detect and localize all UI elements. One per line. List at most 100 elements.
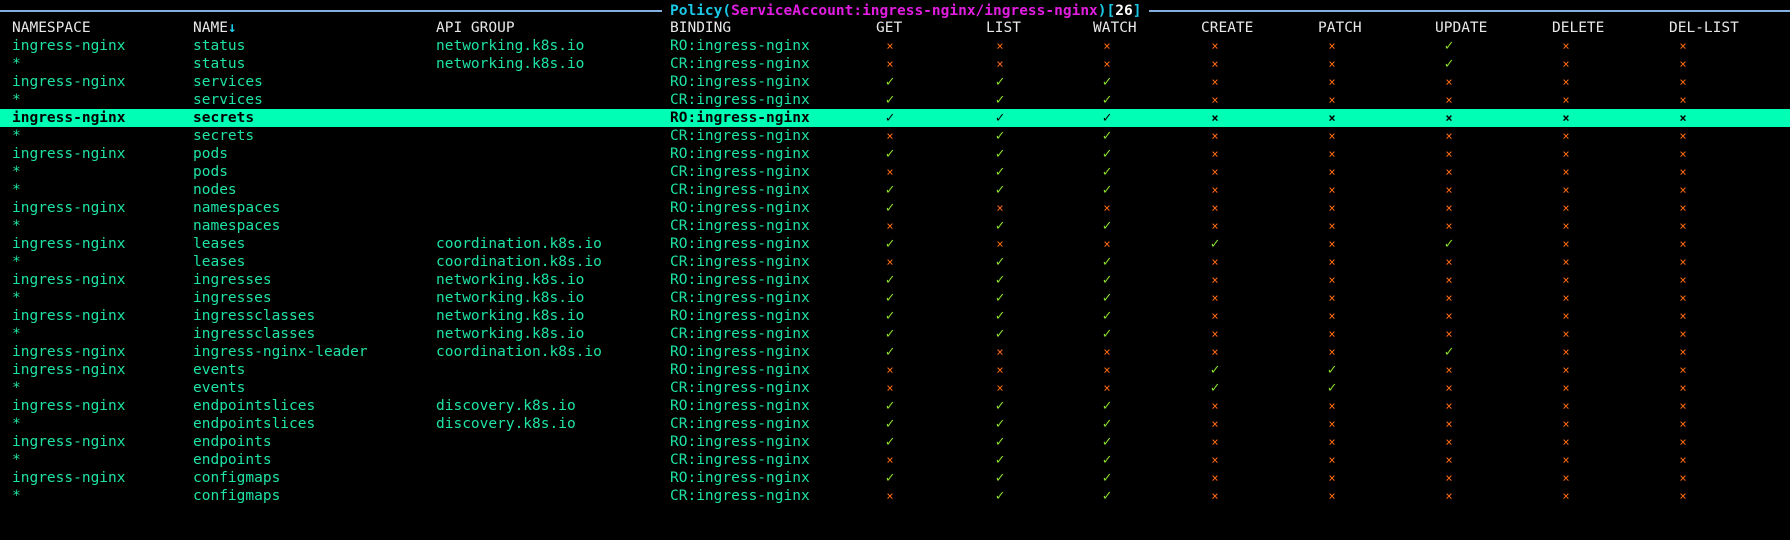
denied-cross-icon: ×: [1445, 183, 1453, 197]
denied-cross-icon: ×: [1679, 327, 1687, 341]
allowed-check-icon: ✓: [1102, 218, 1112, 234]
header-create[interactable]: CREATE: [1201, 19, 1253, 37]
binding-cell: RO:ingress-nginx: [670, 344, 810, 360]
header-list[interactable]: LIST: [986, 19, 1021, 37]
table-row[interactable]: * status networking.k8s.io CR:ingress-nginx…: [0, 55, 1790, 73]
table-row[interactable]: * pods CR:ingress-nginx × ✓ ✓ × × × × ×: [0, 163, 1790, 181]
denied-cross-icon: ×: [1103, 201, 1111, 215]
table-row[interactable]: * secrets CR:ingress-nginx × ✓ ✓ × × × × ×: [0, 127, 1790, 145]
denied-cross-icon: ×: [1445, 219, 1453, 233]
denied-cross-icon: ×: [1328, 183, 1336, 197]
denied-cross-icon: ×: [1562, 399, 1570, 413]
denied-cross-icon: ×: [1679, 75, 1687, 89]
denied-cross-icon: ×: [1679, 381, 1687, 395]
allowed-check-icon: ✓: [1102, 326, 1112, 342]
header-api-group[interactable]: API GROUP: [436, 19, 515, 37]
table-row[interactable]: ingress-nginx pods RO:ingress-nginx ✓ ✓ ✓ × × × ×…: [0, 145, 1790, 163]
namespace-cell: ingress-nginx: [12, 200, 126, 216]
namespace-cell: ingress-nginx: [12, 74, 126, 90]
table-row[interactable]: ingress-nginx leases coordination.k8s.io RO…: [0, 235, 1790, 253]
allowed-check-icon: ✓: [995, 488, 1005, 504]
denied-cross-icon: ×: [1328, 39, 1336, 53]
denied-cross-icon: ×: [1211, 309, 1219, 323]
denied-cross-icon: ×: [1328, 201, 1336, 215]
allowed-check-icon: ✓: [995, 470, 1005, 486]
allowed-check-icon: ✓: [995, 182, 1005, 198]
table-row[interactable]: ingress-nginx services RO:ingress-nginx ✓ ✓ ✓…: [0, 73, 1790, 91]
header-del-list[interactable]: DEL-LIST: [1669, 19, 1739, 37]
allowed-check-icon: ✓: [1102, 272, 1112, 288]
denied-cross-icon: ×: [1562, 489, 1570, 503]
header-get[interactable]: GET: [876, 19, 902, 37]
denied-cross-icon: ×: [1679, 399, 1687, 413]
denied-cross-icon: ×: [886, 39, 894, 53]
table-row[interactable]: * leases coordination.k8s.io CR:ingress-ngi…: [0, 253, 1790, 271]
table-row[interactable]: * ingressclasses networking.k8s.io CR:ingre…: [0, 325, 1790, 343]
header-delete[interactable]: DELETE: [1552, 19, 1604, 37]
table-row[interactable]: * nodes CR:ingress-nginx ✓ ✓ ✓ × × × × ×: [0, 181, 1790, 199]
api-group-cell: coordination.k8s.io: [436, 236, 602, 252]
header-name[interactable]: NAME↓: [193, 19, 237, 37]
allowed-check-icon: ✓: [1102, 434, 1112, 450]
view-title: Policy(ServiceAccount:ingress-nginx/ingr…: [662, 2, 1150, 20]
denied-cross-icon: ×: [996, 381, 1004, 395]
namespace-cell: *: [12, 290, 21, 306]
denied-cross-icon: ×: [1328, 291, 1336, 305]
allowed-check-icon: ✓: [1102, 416, 1112, 432]
table-row[interactable]: ingress-nginx namespaces RO:ingress-nginx ✓…: [0, 199, 1790, 217]
name-cell: nodes: [193, 182, 237, 198]
namespace-cell: *: [12, 254, 21, 270]
name-cell: events: [193, 362, 246, 378]
denied-cross-icon: ×: [886, 255, 894, 269]
table-row[interactable]: ingress-nginx endpoints RO:ingress-nginx ✓ ✓…: [0, 433, 1790, 451]
table-row[interactable]: * ingresses networking.k8s.io CR:ingress-ng…: [0, 289, 1790, 307]
denied-cross-icon: ×: [886, 219, 894, 233]
table-row[interactable]: ingress-nginx ingresses networking.k8s.io R…: [0, 271, 1790, 289]
denied-cross-icon: ×: [1328, 471, 1336, 485]
table-row[interactable]: ingress-nginx secrets RO:ingress-nginx ✓ ✓ ✓ ×…: [0, 109, 1790, 127]
header-binding[interactable]: BINDING: [670, 19, 731, 37]
denied-cross-icon: ×: [1328, 165, 1336, 179]
namespace-cell: ingress-nginx: [12, 344, 126, 360]
denied-cross-icon: ×: [1445, 327, 1453, 341]
table-row[interactable]: ingress-nginx status networking.k8s.io RO:i…: [0, 37, 1790, 55]
table-row[interactable]: * endpointslices discovery.k8s.io CR:ingres…: [0, 415, 1790, 433]
denied-cross-icon: ×: [996, 345, 1004, 359]
denied-cross-icon: ×: [886, 489, 894, 503]
table-row[interactable]: ingress-nginx configmaps RO:ingress-nginx ✓…: [0, 469, 1790, 487]
allowed-check-icon: ✓: [885, 182, 895, 198]
table-row[interactable]: * namespaces CR:ingress-nginx × ✓ ✓ × × × × ×: [0, 217, 1790, 235]
denied-cross-icon: ×: [996, 57, 1004, 71]
table-row[interactable]: * events CR:ingress-nginx × × × ✓ ✓ × × ×: [0, 379, 1790, 397]
header-watch[interactable]: WATCH: [1093, 19, 1137, 37]
allowed-check-icon: ✓: [885, 470, 895, 486]
policy-table[interactable]: NAMESPACE NAME↓ API GROUP BINDING GET LI…: [0, 19, 1790, 505]
header-namespace[interactable]: NAMESPACE: [12, 19, 91, 37]
table-row[interactable]: ingress-nginx events RO:ingress-nginx × × × ✓ ✓…: [0, 361, 1790, 379]
allowed-check-icon: ✓: [995, 146, 1005, 162]
allowed-check-icon: ✓: [1102, 452, 1112, 468]
table-row[interactable]: * configmaps CR:ingress-nginx × ✓ ✓ × × × × ×: [0, 487, 1790, 505]
denied-cross-icon: ×: [1562, 57, 1570, 71]
header-update[interactable]: UPDATE: [1435, 19, 1487, 37]
table-row[interactable]: ingress-nginx endpointslices discovery.k8s…: [0, 397, 1790, 415]
denied-cross-icon: ×: [1211, 291, 1219, 305]
binding-cell: RO:ingress-nginx: [670, 200, 810, 216]
header-patch[interactable]: PATCH: [1318, 19, 1362, 37]
allowed-check-icon: ✓: [995, 398, 1005, 414]
denied-cross-icon: ×: [1562, 147, 1570, 161]
allowed-check-icon: ✓: [1102, 398, 1112, 414]
allowed-check-icon: ✓: [995, 272, 1005, 288]
name-cell: services: [193, 92, 263, 108]
denied-cross-icon: ×: [1562, 39, 1570, 53]
table-row[interactable]: * endpoints CR:ingress-nginx × ✓ ✓ × × × × ×: [0, 451, 1790, 469]
denied-cross-icon: ×: [1103, 381, 1111, 395]
denied-cross-icon: ×: [886, 129, 894, 143]
binding-cell: CR:ingress-nginx: [670, 254, 810, 270]
table-row[interactable]: * services CR:ingress-nginx ✓ ✓ ✓ × × × × ×: [0, 91, 1790, 109]
denied-cross-icon: ×: [1328, 399, 1336, 413]
table-row[interactable]: ingress-nginx ingress-nginx-leader coordin…: [0, 343, 1790, 361]
binding-cell: RO:ingress-nginx: [670, 308, 810, 324]
name-cell: leases: [193, 254, 246, 270]
table-row[interactable]: ingress-nginx ingressclasses networking.k8…: [0, 307, 1790, 325]
